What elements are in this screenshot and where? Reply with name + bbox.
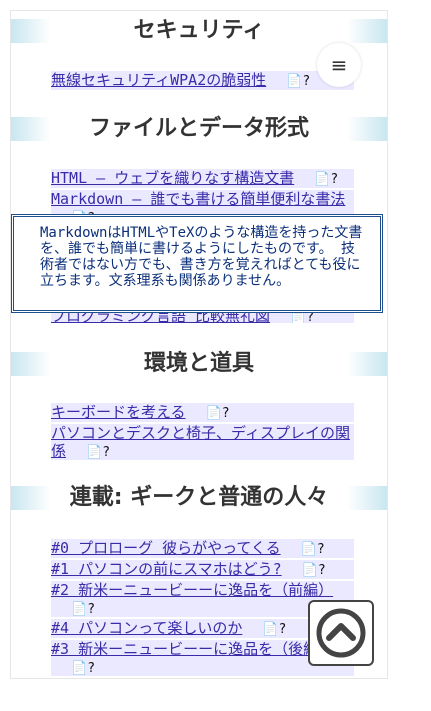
list-item: 無線セキュリティWPA2の脆弱性 📄? <box>51 71 354 90</box>
summary-note-icon[interactable]: 📄? <box>302 562 326 580</box>
section-title-environment: 環境と道具 <box>11 352 387 376</box>
article-link[interactable]: #0 プロローグ 彼らがやってくる <box>51 539 281 557</box>
article-link[interactable]: Markdown – 誰でも書ける簡単便利な書法 <box>51 190 345 208</box>
article-link[interactable]: HTML – ウェブを織りなす構造文書 <box>51 169 294 187</box>
chevron-up-circle-icon <box>316 608 366 658</box>
hamburger-icon: ≡ <box>330 53 348 77</box>
article-link[interactable]: #4 パソコンって楽しいのか <box>51 619 242 637</box>
menu-button[interactable]: ≡ <box>317 43 361 87</box>
list-item: #0 プロローグ 彼らがやってくる 📄? <box>51 539 354 558</box>
summary-tooltip: MarkdownはHTMLやTeXのような構造を持った文書を、誰でも簡単に書ける… <box>11 214 383 313</box>
article-link[interactable]: #3 新米ーニュービーーに逸品を（後編） <box>51 640 333 658</box>
summary-note-icon[interactable]: 📄? <box>286 73 310 91</box>
summary-note-icon[interactable]: 📄? <box>206 405 230 423</box>
summary-note-icon[interactable]: 📄? <box>314 171 338 189</box>
article-link[interactable]: #1 パソコンの前にスマホはどう? <box>51 560 282 578</box>
list-item: #1 パソコンの前にスマホはどう? 📄? <box>51 560 354 579</box>
page-content: セキュリティ 無線セキュリティWPA2の脆弱性 📄? ファイルとデータ形式 HTM… <box>10 10 388 679</box>
summary-note-icon[interactable]: 📄? <box>86 444 110 462</box>
list-item: パソコンとデスクと椅子、ディスプレイの関係 📄? <box>51 424 354 460</box>
article-link[interactable]: キーボードを考える <box>51 403 186 421</box>
summary-note-icon[interactable]: 📄? <box>262 621 286 639</box>
section-title-security: セキュリティ <box>11 19 387 43</box>
summary-note-icon[interactable]: 📄? <box>71 660 95 678</box>
list-item: キーボードを考える 📄? <box>51 403 354 422</box>
section-title-series: 連載: ギークと普通の人々 <box>11 486 387 510</box>
list-item: HTML – ウェブを織りなす構造文書 📄? <box>51 169 354 188</box>
summary-note-icon[interactable]: 📄? <box>71 601 95 619</box>
tooltip-text: MarkdownはHTMLやTeXのような構造を持った文書を、誰でも簡単に書ける… <box>40 225 363 289</box>
summary-note-icon[interactable]: 📄? <box>301 541 325 559</box>
back-to-top-button[interactable] <box>308 600 374 666</box>
section-title-file-formats: ファイルとデータ形式 <box>11 117 387 141</box>
article-link[interactable]: 無線セキュリティWPA2の脆弱性 <box>51 71 266 89</box>
article-link[interactable]: #2 新米ーニュービーーに逸品を（前編） <box>51 581 333 599</box>
